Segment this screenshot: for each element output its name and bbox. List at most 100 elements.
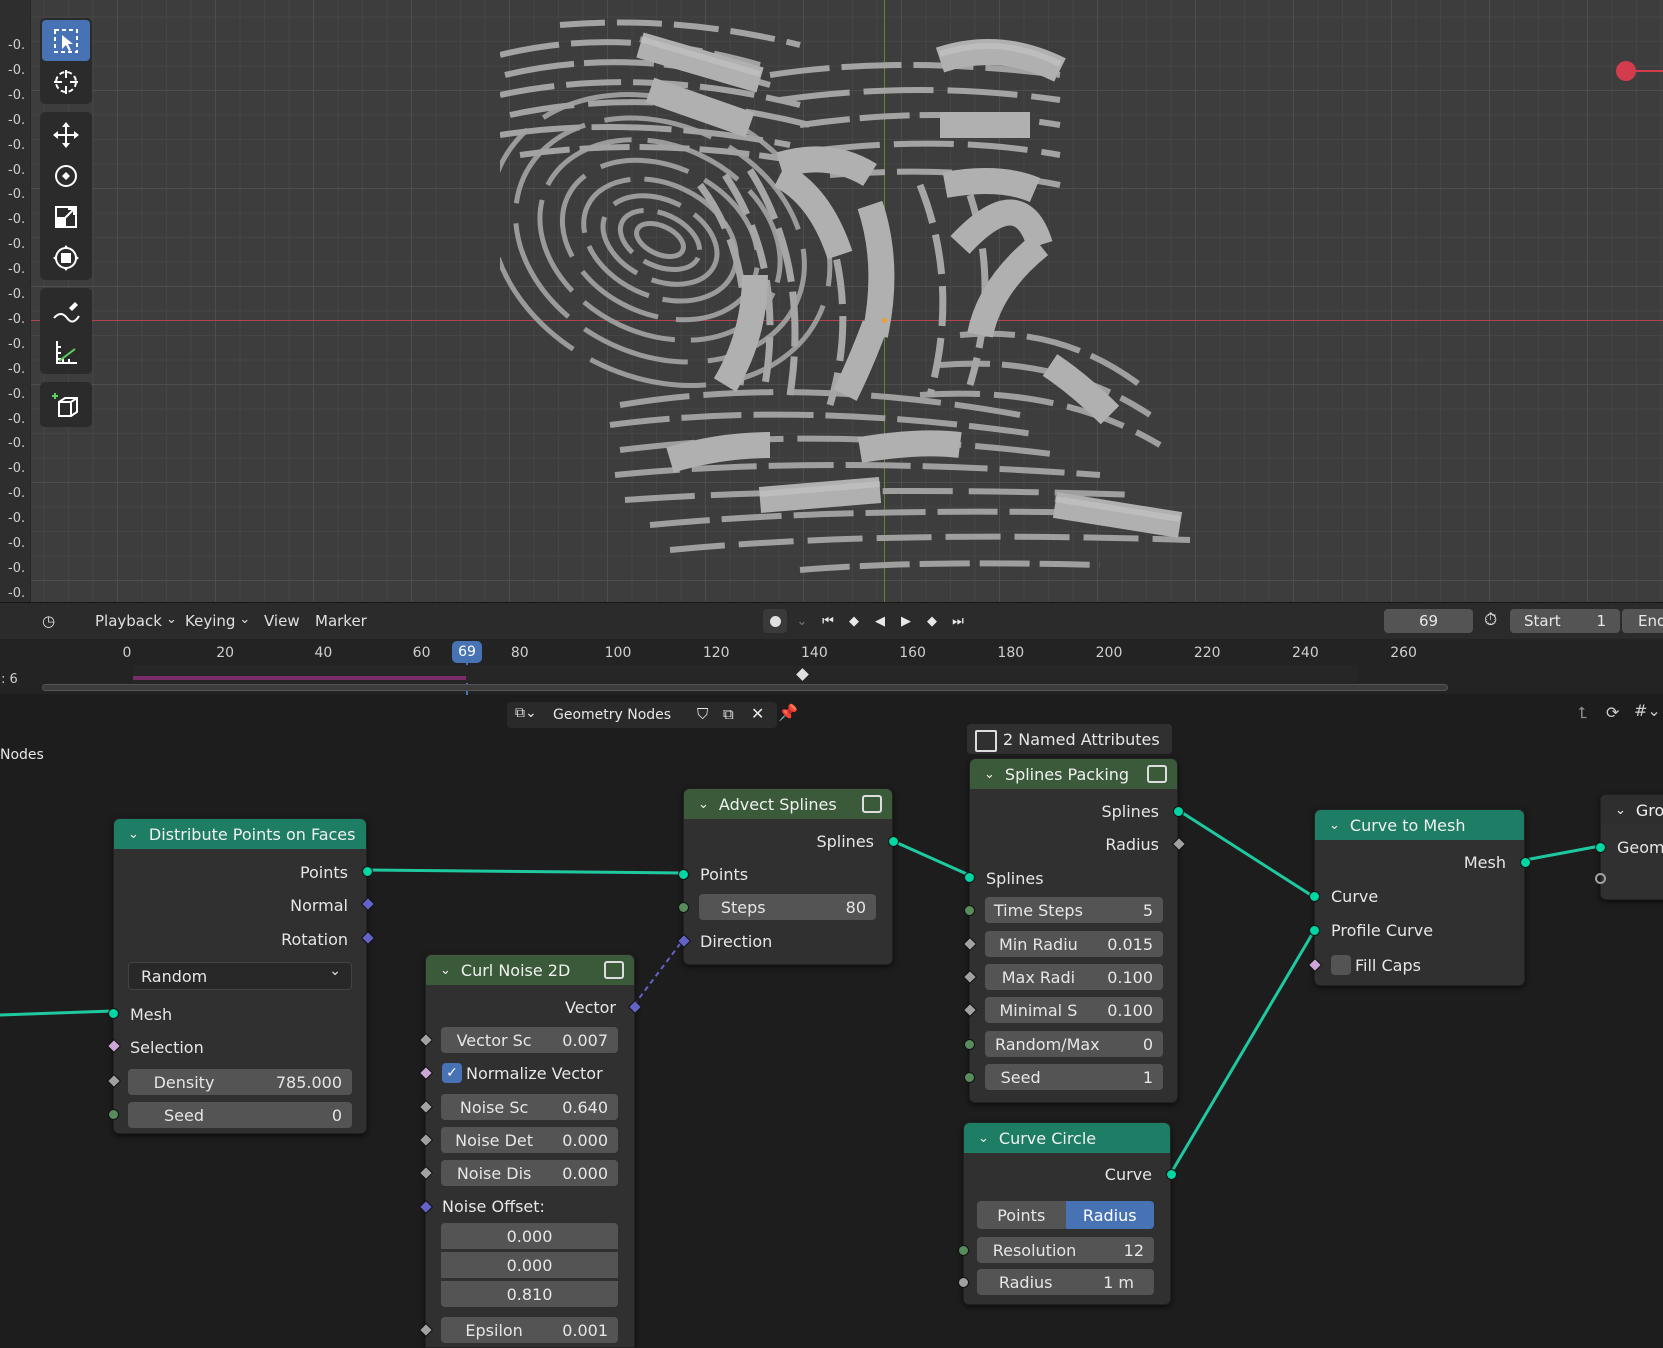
measure-tool[interactable] — [42, 331, 90, 372]
random-max-field[interactable]: Random/Max 0 — [985, 1031, 1163, 1057]
socket-splines-out[interactable] — [888, 836, 899, 847]
collapse-chevron-icon[interactable]: ⌄ — [698, 797, 709, 812]
vector-scale-field[interactable]: Vector Sc 0.007 — [441, 1027, 618, 1053]
collapse-chevron-icon[interactable]: ⌄ — [1329, 818, 1340, 833]
record-button[interactable] — [763, 609, 787, 633]
node-group-icon[interactable] — [862, 795, 882, 813]
noise-scale-field[interactable]: Noise Sc 0.640 — [441, 1094, 618, 1120]
node-header[interactable]: ⌄ Curve to Mesh — [1315, 810, 1524, 840]
socket-points-out[interactable] — [362, 866, 373, 877]
jump-end-button[interactable]: ⏭ — [947, 609, 969, 633]
start-frame-field[interactable]: Start 1 — [1510, 609, 1620, 633]
socket-curve-out[interactable] — [1166, 1169, 1177, 1180]
noise-offset-y-field[interactable]: 0.000 — [441, 1252, 618, 1278]
socket-resolution-in[interactable] — [958, 1245, 969, 1256]
seed-field[interactable]: Seed 1 — [985, 1064, 1163, 1090]
node-group-output[interactable]: ⌄ Gro Geom — [1595, 794, 1663, 900]
socket-mesh-in[interactable] — [108, 1008, 119, 1019]
socket-steps-in[interactable] — [678, 902, 689, 913]
seed-field[interactable]: Seed 0 — [128, 1102, 352, 1128]
cursor-tool[interactable] — [42, 61, 90, 102]
socket-random-max-in[interactable] — [964, 1039, 975, 1050]
socket-seed-in[interactable] — [108, 1109, 119, 1120]
max-radius-field[interactable]: Max Radi 0.100 — [985, 964, 1163, 990]
editor-type-button[interactable]: ◷ — [42, 612, 55, 630]
steps-field[interactable]: Steps 80 — [699, 894, 876, 920]
annotate-tool[interactable] — [42, 290, 90, 331]
epsilon-field[interactable]: Epsilon 0.001 — [441, 1317, 618, 1343]
move-tool[interactable] — [42, 114, 90, 155]
socket-splines-in[interactable] — [964, 872, 975, 883]
node-header[interactable]: ⌄ Curve Circle — [964, 1123, 1170, 1153]
scale-tool[interactable] — [42, 196, 90, 237]
fill-caps-checkbox[interactable] — [1331, 955, 1351, 975]
min-radius-field[interactable]: Min Radiu 0.015 — [985, 931, 1163, 957]
distribute-mode-select[interactable]: Random — [128, 962, 352, 990]
radius-field[interactable]: Radius 1 m — [977, 1269, 1154, 1295]
socket-geometry-in[interactable] — [1595, 842, 1606, 853]
socket-profile-curve-in[interactable] — [1309, 925, 1320, 936]
node-header[interactable]: ⌄ Advect Splines — [684, 789, 892, 819]
collapse-chevron-icon[interactable]: ⌄ — [440, 963, 451, 978]
node-header[interactable]: ⌄ Splines Packing — [970, 759, 1177, 789]
mode-radius-button[interactable]: Radius — [1065, 1201, 1154, 1229]
jump-start-button[interactable]: ⏮ — [817, 609, 839, 633]
noise-detail-field[interactable]: Noise Det 0.000 — [441, 1127, 618, 1153]
node-header[interactable]: ⌄ Distribute Points on Faces — [114, 819, 366, 849]
socket-seed-in[interactable] — [964, 1072, 975, 1083]
time-steps-field[interactable]: Time Steps 5 — [985, 897, 1163, 923]
select-box-tool[interactable] — [42, 20, 90, 61]
add-cube-tool[interactable] — [42, 384, 90, 425]
node-curve-circle[interactable]: ⌄ Curve Circle Curve Points Radius Resol… — [958, 1122, 1177, 1305]
socket-time-steps-in[interactable] — [964, 905, 975, 916]
node-advect-splines[interactable]: ⌄ Advect Splines Splines Points Steps 80 … — [676, 788, 899, 965]
node-header[interactable]: ⌄ Curl Noise 2D — [426, 955, 634, 985]
noise-offset-z-field[interactable]: 0.810 — [441, 1281, 618, 1307]
stopwatch-icon[interactable]: ⏱ — [1484, 610, 1497, 630]
spline-mesh-object[interactable] — [500, 5, 1260, 600]
node-group-icon[interactable] — [604, 961, 624, 979]
node-header[interactable]: ⌄ Gro — [1601, 795, 1663, 825]
rotate-tool[interactable] — [42, 155, 90, 196]
noise-distortion-field[interactable]: Noise Dis 0.000 — [441, 1160, 618, 1186]
next-keyframe-button[interactable]: ◆ — [921, 609, 943, 633]
playhead[interactable]: 69 — [452, 641, 482, 663]
socket-mesh-out[interactable] — [1520, 857, 1531, 868]
playback-menu[interactable]: Playback — [95, 612, 177, 630]
3d-viewport[interactable]: -0. -0. -0. -0. -0. -0. -0. -0. -0. -0. -0. -0. -0. -… — [0, 0, 1663, 602]
mode-points-button[interactable]: Points — [977, 1201, 1066, 1229]
end-frame-field[interactable]: End — [1622, 609, 1663, 633]
collapse-chevron-icon[interactable]: ⌄ — [978, 1131, 989, 1146]
minimal-spacing-field[interactable]: Minimal S 0.100 — [985, 997, 1163, 1023]
marker-menu[interactable]: Marker — [315, 612, 367, 630]
ruler-label: -0. — [8, 87, 26, 103]
node-curve-to-mesh[interactable]: ⌄ Curve to Mesh Mesh Curve Profile Curve… — [1307, 809, 1531, 986]
keying-menu[interactable]: Keying — [185, 612, 250, 630]
normalize-vector-checkbox[interactable]: ✓ — [442, 1063, 462, 1083]
socket-radius-in[interactable] — [958, 1277, 969, 1288]
resolution-field[interactable]: Resolution 12 — [977, 1237, 1154, 1263]
collapse-chevron-icon[interactable]: ⌄ — [128, 827, 139, 842]
keyframe-track[interactable] — [133, 665, 1358, 683]
transform-tool[interactable] — [42, 237, 90, 278]
play-button[interactable]: ▶ — [895, 609, 917, 633]
node-splines-packing[interactable]: ⌄ Splines Packing Splines Radius Splines… — [962, 758, 1187, 1103]
view-menu[interactable]: View — [264, 612, 300, 630]
node-group-icon[interactable] — [1147, 765, 1167, 783]
collapse-chevron-icon[interactable]: ⌄ — [984, 767, 995, 782]
noise-offset-x-field[interactable]: 0.000 — [441, 1223, 618, 1249]
prev-keyframe-button[interactable]: ◆ — [843, 609, 865, 633]
record-options-icon[interactable]: ⌄ — [791, 609, 813, 633]
play-reverse-button[interactable]: ◀ — [869, 609, 891, 633]
timeline-scrollbar[interactable] — [42, 684, 1448, 691]
socket-splines-out[interactable] — [1173, 806, 1184, 817]
collapse-chevron-icon[interactable]: ⌄ — [1615, 803, 1626, 818]
socket-curve-in[interactable] — [1309, 891, 1320, 902]
node-curl-noise-2d[interactable]: ⌄ Curl Noise 2D Vector Vector Sc 0.007 ✓ … — [418, 954, 643, 1348]
node-distribute-points[interactable]: ⌄ Distribute Points on Faces Points Norm… — [106, 818, 376, 1134]
current-frame-field[interactable]: 69 — [1384, 609, 1473, 633]
socket-points-in[interactable] — [678, 869, 689, 880]
density-field[interactable]: Density 785.000 — [128, 1069, 352, 1095]
socket-empty-in[interactable] — [1595, 873, 1606, 884]
navigation-gizmo-x-axis[interactable] — [1616, 61, 1636, 81]
